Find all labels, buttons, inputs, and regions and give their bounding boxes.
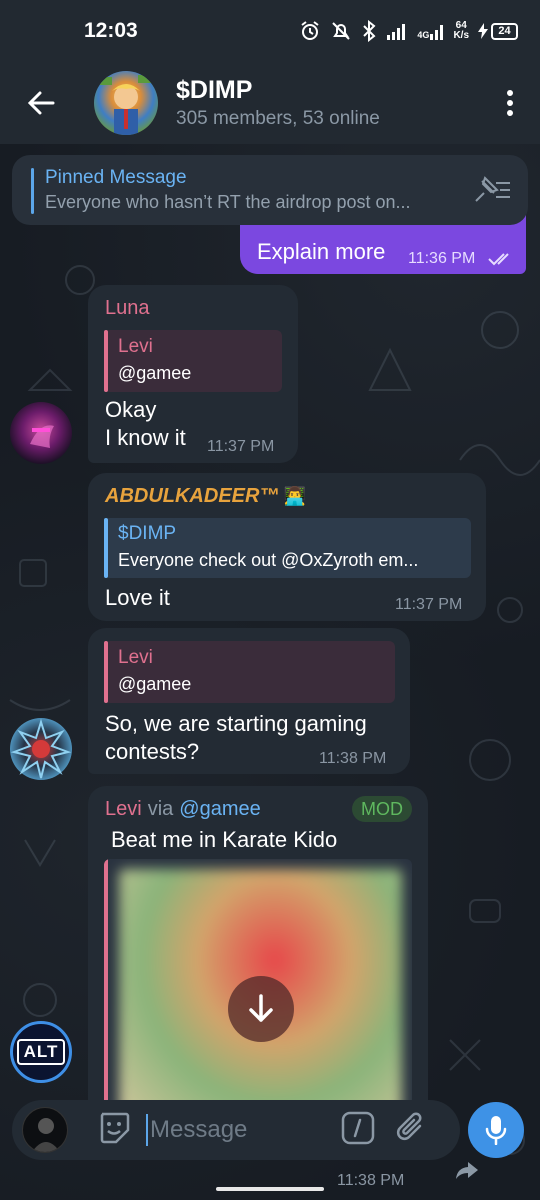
sender-row: Levi via @gamee [105, 797, 261, 821]
status-bar: 12:03 4G 64 K/s 24 [0, 0, 540, 62]
sender-name: ABDULKADEER™ [105, 485, 280, 507]
mod-badge-label: MOD [361, 798, 403, 819]
sender-name: Luna [105, 297, 150, 319]
message-text-line1: So, we are starting gaming [105, 711, 367, 736]
game-preview[interactable] [104, 859, 412, 1129]
pin-list-icon [475, 176, 510, 202]
message-text-line2: I know it [105, 425, 186, 450]
network-type: 4G [417, 30, 430, 40]
via-text: via [147, 798, 174, 820]
pinned-message-bar[interactable]: Pinned Message Everyone who hasn’t RT th… [12, 155, 528, 225]
sticker-icon [100, 1112, 130, 1143]
group-avatar[interactable] [94, 71, 158, 135]
status-icons: 4G 64 K/s 24 [299, 20, 518, 42]
reply-preview[interactable]: $DIMP Everyone check out @OxZyroth em... [104, 518, 471, 578]
reply-author: $DIMP [118, 523, 177, 544]
reply-preview[interactable]: Levi @gamee [104, 641, 395, 703]
message-bubble-game[interactable]: Levi via @gamee MOD Beat me in Karate Ki… [88, 786, 428, 1129]
sender-name: Levi [105, 798, 142, 820]
message-bubble-luna[interactable]: Luna Levi @gamee Okay I know it 11:37 PM [88, 285, 298, 463]
text-cursor [146, 1114, 148, 1146]
message-text: Explain more [257, 239, 386, 264]
download-arrow-icon [249, 994, 273, 1022]
message-text: Beat me in Karate Kido [111, 827, 338, 852]
slash-command-icon [341, 1111, 375, 1144]
pinned-text: Everyone who hasn’t RT the airdrop post … [45, 192, 411, 212]
status-time: 12:03 [84, 19, 138, 42]
message-bubble-abdulkadeer[interactable]: ABDULKADEER™ 👨‍💻 $DIMP Everyone check ou… [88, 473, 486, 621]
charging-icon [478, 23, 488, 39]
message-time: 11:38 PM [337, 1172, 405, 1189]
mod-badge: MOD [352, 796, 412, 822]
message-text: Love it [105, 585, 170, 610]
bluetooth-icon [363, 20, 376, 42]
message-input[interactable] [150, 1116, 330, 1144]
sender-emoji: 👨‍💻 [283, 485, 306, 506]
back-arrow-icon [27, 91, 55, 115]
download-button[interactable] [228, 976, 294, 1042]
reply-preview[interactable]: Levi @gamee [104, 330, 282, 392]
group-avatar-image [100, 75, 152, 135]
pinned-content: Pinned Message Everyone who hasn’t RT th… [45, 166, 465, 214]
sender-avatar-luna[interactable] [10, 402, 72, 464]
message-time: 11:36 PM [408, 250, 476, 267]
chat-header: $DIMP 305 members, 53 online [0, 62, 540, 144]
sender-avatar-alt[interactable]: ALT [10, 1021, 72, 1083]
sender-avatar[interactable] [10, 718, 72, 780]
microphone-icon [485, 1116, 507, 1145]
message-time: 11:38 PM [319, 750, 387, 767]
sender-row: ABDULKADEER™ 👨‍💻 [105, 484, 306, 508]
message-time: 11:37 PM [395, 596, 463, 613]
signal-icon [387, 24, 406, 40]
net-speed-unit: K/s [453, 30, 469, 41]
back-button[interactable] [0, 62, 82, 144]
more-vertical-icon [507, 90, 513, 116]
attach-button[interactable] [394, 1110, 428, 1151]
signal-4g: 4G [417, 22, 444, 40]
read-checkmarks-icon [488, 253, 509, 266]
alt-avatar-label: ALT [16, 1039, 66, 1065]
luna-avatar-image [30, 425, 54, 448]
sender-avatar-image [10, 718, 72, 779]
reply-text: @gamee [118, 363, 192, 383]
game-accent-bar [104, 859, 108, 1129]
pinned-list-button[interactable] [472, 175, 512, 210]
mute-bell-icon [332, 22, 351, 40]
my-avatar[interactable] [22, 1107, 68, 1153]
home-indicator[interactable] [216, 1187, 324, 1191]
reply-text: @gamee [118, 674, 192, 694]
message-bubble-gaming[interactable]: Levi @gamee So, we are starting gaming c… [88, 628, 410, 774]
bot-commands-button[interactable] [340, 1110, 376, 1151]
reply-author: Levi [118, 336, 153, 357]
reply-text: Everyone check out @OxZyroth em... [118, 550, 419, 570]
signal-bars-icon [430, 25, 444, 40]
message-input-bar [12, 1100, 460, 1160]
pinned-indicator [31, 168, 34, 214]
chat-subtitle: 305 members, 53 online [176, 108, 380, 129]
voice-message-button[interactable] [468, 1102, 524, 1158]
pinned-title: Pinned Message [45, 167, 187, 188]
message-text-line2: contests? [105, 739, 200, 764]
net-speed: 64 K/s [453, 21, 469, 41]
bot-name[interactable]: @gamee [179, 797, 260, 821]
alarm-icon [301, 21, 320, 40]
reply-author: Levi [118, 647, 153, 668]
sticker-button[interactable] [96, 1110, 132, 1151]
message-text-line1: Okay [105, 397, 157, 422]
my-avatar-image [32, 1118, 60, 1152]
paperclip-icon [396, 1112, 422, 1140]
chat-info[interactable]: $DIMP 305 members, 53 online [176, 75, 380, 131]
battery-level: 24 [491, 22, 518, 40]
share-icon[interactable] [454, 1160, 480, 1180]
chat-title: $DIMP [176, 76, 253, 104]
battery: 24 [478, 22, 518, 40]
more-menu-button[interactable] [480, 62, 540, 144]
message-time: 11:37 PM [207, 438, 275, 455]
